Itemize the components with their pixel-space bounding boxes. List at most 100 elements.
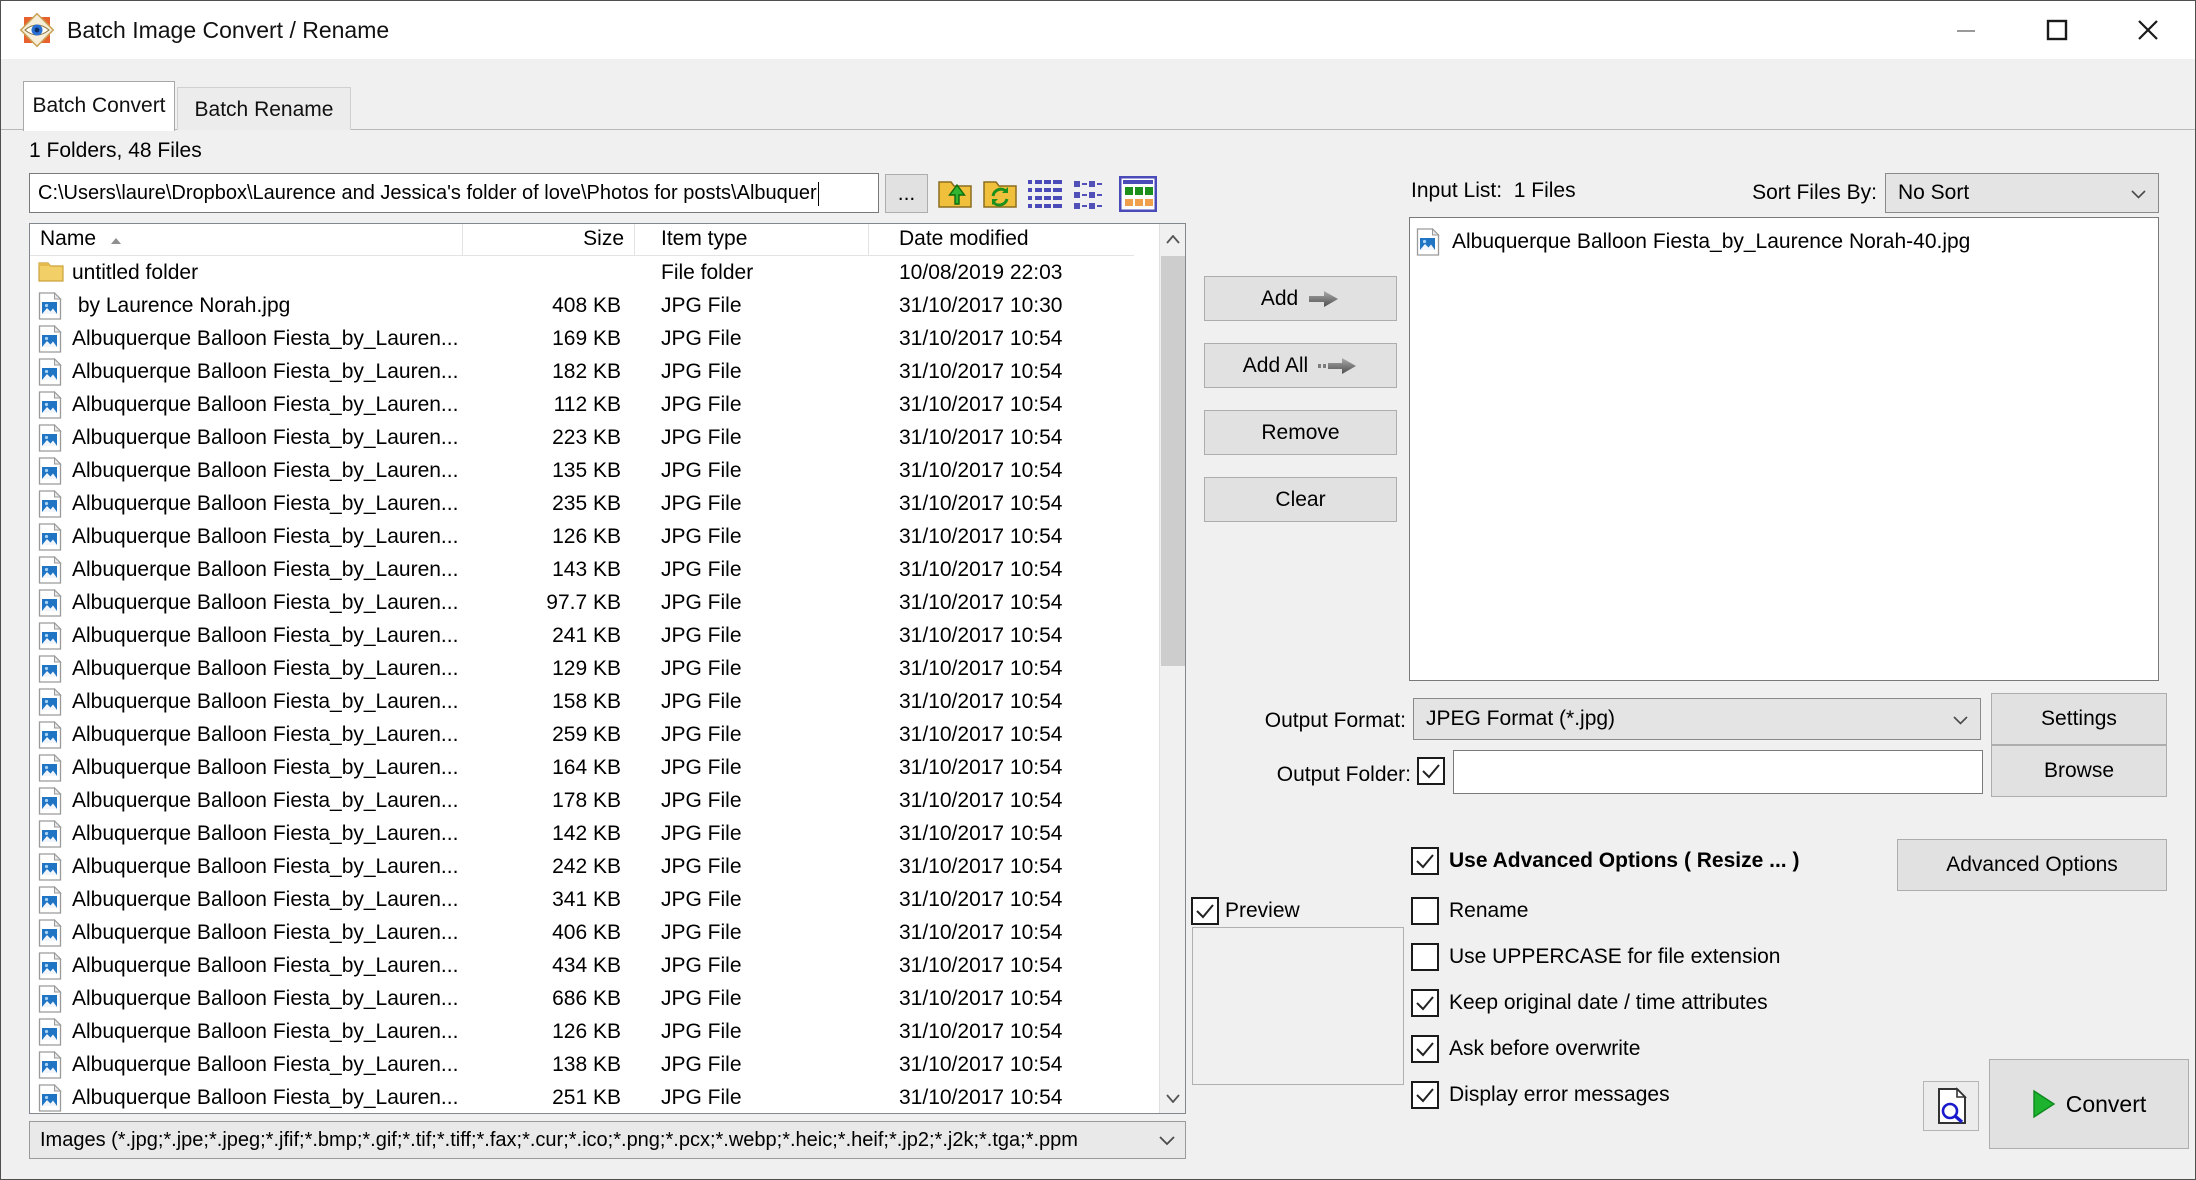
file-date: 31/10/2017 10:54 bbox=[869, 520, 1134, 553]
file-date: 31/10/2017 10:54 bbox=[869, 751, 1134, 784]
image-file-icon bbox=[38, 490, 64, 518]
option-checkbox[interactable] bbox=[1411, 1081, 1439, 1109]
option-label: Ask before overwrite bbox=[1449, 1037, 1640, 1061]
preview-checkbox[interactable] bbox=[1191, 897, 1219, 925]
file-date: 31/10/2017 10:54 bbox=[869, 586, 1134, 619]
column-header-name[interactable]: Name bbox=[30, 224, 463, 256]
column-header-date[interactable]: Date modified bbox=[869, 224, 1134, 256]
option-checkbox[interactable] bbox=[1411, 847, 1439, 875]
table-row[interactable]: Albuquerque Balloon Fiesta_by_Lauren...1… bbox=[30, 388, 1134, 421]
image-file-icon bbox=[38, 589, 64, 617]
details-view-icon[interactable] bbox=[1027, 177, 1063, 216]
image-file-icon bbox=[38, 622, 64, 650]
table-row[interactable]: Albuquerque Balloon Fiesta_by_Lauren...4… bbox=[30, 916, 1134, 949]
text-caret bbox=[818, 182, 819, 206]
option-checkbox[interactable] bbox=[1411, 989, 1439, 1017]
table-row[interactable]: Albuquerque Balloon Fiesta_by_Lauren...2… bbox=[30, 619, 1134, 652]
input-list-item[interactable]: Albuquerque Balloon Fiesta_by_Laurence N… bbox=[1416, 226, 1970, 258]
output-folder-checkbox[interactable] bbox=[1417, 757, 1445, 785]
sort-files-combo[interactable]: No Sort bbox=[1885, 173, 2159, 213]
minimize-button[interactable] bbox=[1920, 1, 2012, 59]
tab-batch-rename[interactable]: Batch Rename bbox=[177, 87, 351, 130]
table-row[interactable]: Albuquerque Balloon Fiesta_by_Lauren...2… bbox=[30, 718, 1134, 751]
add-button[interactable]: Add bbox=[1204, 276, 1397, 321]
file-date: 31/10/2017 10:54 bbox=[869, 916, 1134, 949]
option-checkbox[interactable] bbox=[1411, 1035, 1439, 1063]
rename-list-icon[interactable] bbox=[1073, 179, 1109, 216]
option-row: Ask before overwrite bbox=[1411, 1035, 1640, 1063]
tab-batch-convert[interactable]: Batch Convert bbox=[23, 81, 175, 131]
table-row[interactable]: Albuquerque Balloon Fiesta_by_Lauren...2… bbox=[30, 850, 1134, 883]
table-row[interactable]: Albuquerque Balloon Fiesta_by_Lauren...1… bbox=[30, 652, 1134, 685]
file-type-filter[interactable]: Images (*.jpg;*.jpe;*.jpeg;*.jfif;*.bmp;… bbox=[29, 1121, 1186, 1159]
file-size: 223 KB bbox=[463, 421, 635, 454]
option-checkbox[interactable] bbox=[1411, 943, 1439, 971]
preview-conversion-button[interactable] bbox=[1923, 1081, 1979, 1131]
input-list-count: Input List: 1 Files bbox=[1411, 179, 1576, 203]
check-icon bbox=[1415, 1041, 1435, 1057]
table-row[interactable]: Albuquerque Balloon Fiesta_by_Lauren...1… bbox=[30, 454, 1134, 487]
image-file-icon bbox=[38, 985, 64, 1013]
table-row[interactable]: Albuquerque Balloon Fiesta_by_Lauren...2… bbox=[30, 1081, 1134, 1114]
file-size: 169 KB bbox=[463, 322, 635, 355]
table-row[interactable]: Albuquerque Balloon Fiesta_by_Lauren...1… bbox=[30, 322, 1134, 355]
sort-files-label: Sort Files By: bbox=[1691, 181, 1877, 205]
path-input[interactable]: C:\Users\laure\Dropbox\Laurence and Jess… bbox=[29, 173, 879, 213]
table-row[interactable]: Albuquerque Balloon Fiesta_by_Lauren...2… bbox=[30, 487, 1134, 520]
file-type: File folder bbox=[635, 256, 869, 289]
clear-button[interactable]: Clear bbox=[1204, 477, 1397, 522]
table-row[interactable]: Albuquerque Balloon Fiesta_by_Lauren...1… bbox=[30, 1048, 1134, 1081]
column-header-size[interactable]: Size bbox=[463, 224, 635, 256]
output-folder-input[interactable] bbox=[1453, 750, 1983, 794]
remove-button[interactable]: Remove bbox=[1204, 410, 1397, 455]
file-type: JPG File bbox=[635, 322, 869, 355]
table-row[interactable]: untitled folderFile folder10/08/2019 22:… bbox=[30, 256, 1134, 289]
file-date: 31/10/2017 10:54 bbox=[869, 1015, 1134, 1048]
browse-path-button[interactable]: ... bbox=[885, 174, 928, 213]
column-header-type[interactable]: Item type bbox=[635, 224, 869, 256]
table-row[interactable]: Albuquerque Balloon Fiesta_by_Lauren...1… bbox=[30, 817, 1134, 850]
scroll-up-icon[interactable] bbox=[1160, 224, 1186, 254]
table-row[interactable]: Albuquerque Balloon Fiesta_by_Lauren...4… bbox=[30, 949, 1134, 982]
add-all-button[interactable]: Add All bbox=[1204, 343, 1397, 388]
scroll-down-icon[interactable] bbox=[1160, 1083, 1186, 1113]
file-size: 434 KB bbox=[463, 949, 635, 982]
table-row[interactable]: by Laurence Norah.jpg408 KBJPG File31/10… bbox=[30, 289, 1134, 322]
folder-up-icon[interactable] bbox=[936, 174, 974, 217]
file-size: 126 KB bbox=[463, 1015, 635, 1048]
thumbnails-view-icon[interactable] bbox=[1119, 176, 1157, 217]
table-row[interactable]: Albuquerque Balloon Fiesta_by_Lauren...6… bbox=[30, 982, 1134, 1015]
option-row: Display error messages bbox=[1411, 1081, 1670, 1109]
file-size: 178 KB bbox=[463, 784, 635, 817]
table-row[interactable]: Albuquerque Balloon Fiesta_by_Lauren...2… bbox=[30, 421, 1134, 454]
table-row[interactable]: Albuquerque Balloon Fiesta_by_Lauren...1… bbox=[30, 784, 1134, 817]
image-file-icon bbox=[38, 292, 64, 320]
file-date: 31/10/2017 10:54 bbox=[869, 883, 1134, 916]
file-name: Albuquerque Balloon Fiesta_by_Lauren... bbox=[72, 520, 458, 553]
refresh-folder-icon[interactable] bbox=[981, 174, 1019, 217]
table-row[interactable]: Albuquerque Balloon Fiesta_by_Lauren...1… bbox=[30, 751, 1134, 784]
close-button[interactable] bbox=[2102, 1, 2194, 59]
scrollbar-thumb[interactable] bbox=[1161, 256, 1185, 666]
table-row[interactable]: Albuquerque Balloon Fiesta_by_Lauren...1… bbox=[30, 553, 1134, 586]
sort-ascending-icon bbox=[110, 237, 122, 245]
chevron-down-icon bbox=[1953, 707, 1968, 731]
maximize-button[interactable] bbox=[2011, 1, 2103, 59]
table-scrollbar[interactable] bbox=[1159, 224, 1185, 1113]
image-file-icon bbox=[38, 325, 64, 353]
convert-button[interactable]: Convert bbox=[1989, 1059, 2189, 1149]
table-row[interactable]: Albuquerque Balloon Fiesta_by_Lauren...1… bbox=[30, 355, 1134, 388]
table-row[interactable]: Albuquerque Balloon Fiesta_by_Lauren...3… bbox=[30, 883, 1134, 916]
file-type: JPG File bbox=[635, 586, 869, 619]
output-folder-browse-button[interactable]: Browse bbox=[1991, 745, 2167, 797]
file-name: Albuquerque Balloon Fiesta_by_Lauren... bbox=[72, 949, 458, 982]
advanced-options-button[interactable]: Advanced Options bbox=[1897, 839, 2167, 891]
settings-button[interactable]: Settings bbox=[1991, 693, 2167, 745]
output-format-combo[interactable]: JPEG Format (*.jpg) bbox=[1413, 698, 1981, 740]
table-row[interactable]: Albuquerque Balloon Fiesta_by_Lauren...1… bbox=[30, 685, 1134, 718]
table-row[interactable]: Albuquerque Balloon Fiesta_by_Lauren...1… bbox=[30, 1015, 1134, 1048]
file-name: Albuquerque Balloon Fiesta_by_Lauren... bbox=[72, 421, 458, 454]
table-row[interactable]: Albuquerque Balloon Fiesta_by_Lauren...1… bbox=[30, 520, 1134, 553]
table-row[interactable]: Albuquerque Balloon Fiesta_by_Lauren...9… bbox=[30, 586, 1134, 619]
option-checkbox[interactable] bbox=[1411, 897, 1439, 925]
